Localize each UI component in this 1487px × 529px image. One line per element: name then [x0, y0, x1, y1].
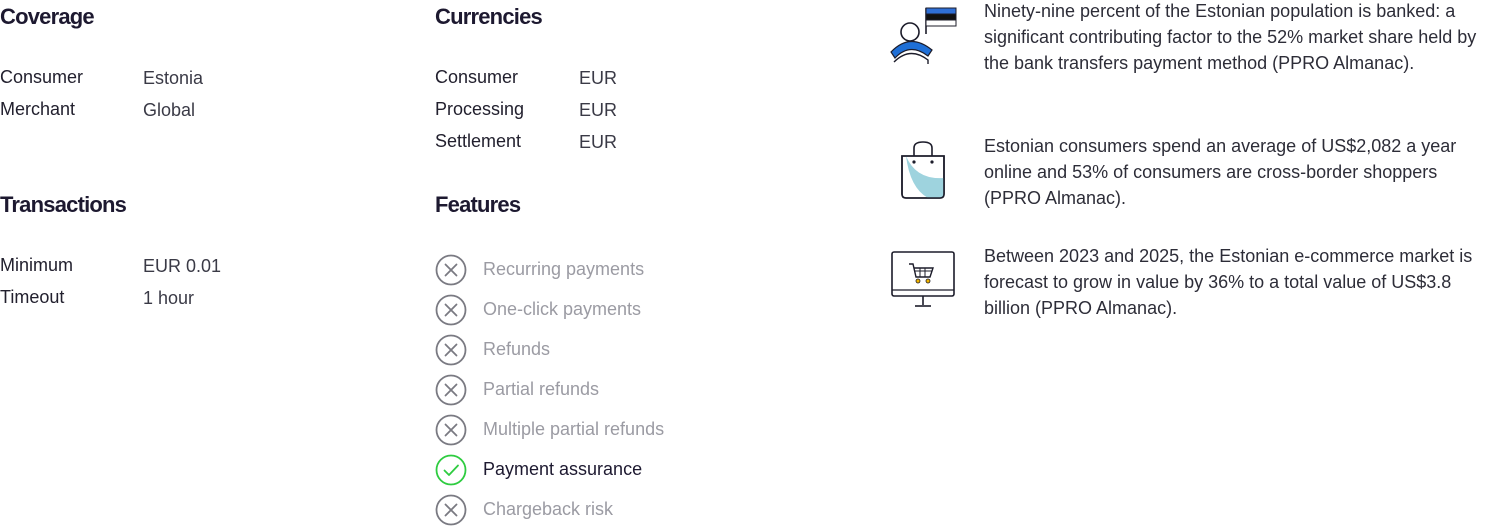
person-flag-icon	[890, 7, 957, 64]
transactions-timeout-label: Timeout	[0, 287, 65, 307]
features-section: Features	[435, 190, 835, 216]
coverage-section: Coverage Consumer Estonia Merchant Globa…	[0, 0, 400, 140]
cross-circle-icon	[435, 494, 467, 526]
features-heading: Features	[435, 192, 521, 217]
feature-label: Multiple partial refunds	[483, 419, 665, 439]
cross-circle-icon	[435, 374, 467, 406]
currencies-section: Currencies Consumer EUR Processing EUR S…	[435, 0, 835, 170]
coverage-heading: Coverage	[0, 4, 95, 29]
shopping-bag-icon	[901, 141, 945, 199]
feature-refunds: Refunds	[435, 334, 755, 366]
monitor-cart-icon	[891, 251, 955, 307]
currencies-settlement-value: EUR	[579, 132, 618, 152]
cross-circle-icon	[435, 294, 467, 326]
check-circle-icon	[435, 454, 467, 486]
currencies-consumer-value: EUR	[579, 68, 618, 88]
feature-label: Refunds	[483, 339, 551, 359]
coverage-merchant-value: Global	[143, 100, 196, 120]
feature-chargeback-risk: Chargeback risk	[435, 494, 755, 526]
currencies-processing-value: EUR	[579, 100, 618, 120]
transactions-section: Transactions Minimum EUR 0.01 Timeout 1 …	[0, 190, 400, 320]
cross-circle-icon	[435, 334, 467, 366]
fact-ecommerce-growth: Between 2023 and 2025, the Estonian e-co…	[984, 246, 1473, 318]
fact-consumer-spend: Estonian consumers spend an average of U…	[984, 136, 1457, 208]
feature-recurring-payments: Recurring payments	[435, 254, 755, 286]
currencies-settlement-label: Settlement	[435, 131, 522, 151]
cross-circle-icon	[435, 254, 467, 286]
fact-banked-population: Ninety-nine percent of the Estonian popu…	[984, 1, 1477, 73]
transactions-minimum-label: Minimum	[0, 255, 74, 275]
currencies-heading: Currencies	[435, 4, 543, 29]
currencies-processing-label: Processing	[435, 99, 525, 119]
transactions-minimum-value: EUR 0.01	[143, 256, 222, 276]
coverage-consumer-label: Consumer	[0, 67, 84, 87]
feature-multiple-partial-refunds: Multiple partial refunds	[435, 414, 755, 446]
coverage-merchant-label: Merchant	[0, 99, 76, 119]
feature-label: One-click payments	[483, 299, 642, 319]
coverage-consumer-value: Estonia	[143, 68, 204, 88]
currencies-consumer-label: Consumer	[435, 67, 519, 87]
transactions-timeout-value: 1 hour	[143, 288, 195, 308]
feature-payment-assurance: Payment assurance	[435, 454, 755, 486]
cross-circle-icon	[435, 414, 467, 446]
feature-label: Recurring payments	[483, 259, 645, 279]
feature-label: Payment assurance	[483, 459, 643, 479]
feature-partial-refunds: Partial refunds	[435, 374, 755, 406]
transactions-heading: Transactions	[0, 192, 127, 217]
feature-label: Chargeback risk	[483, 499, 614, 519]
feature-label: Partial refunds	[483, 379, 600, 399]
feature-one-click-payments: One-click payments	[435, 294, 755, 326]
